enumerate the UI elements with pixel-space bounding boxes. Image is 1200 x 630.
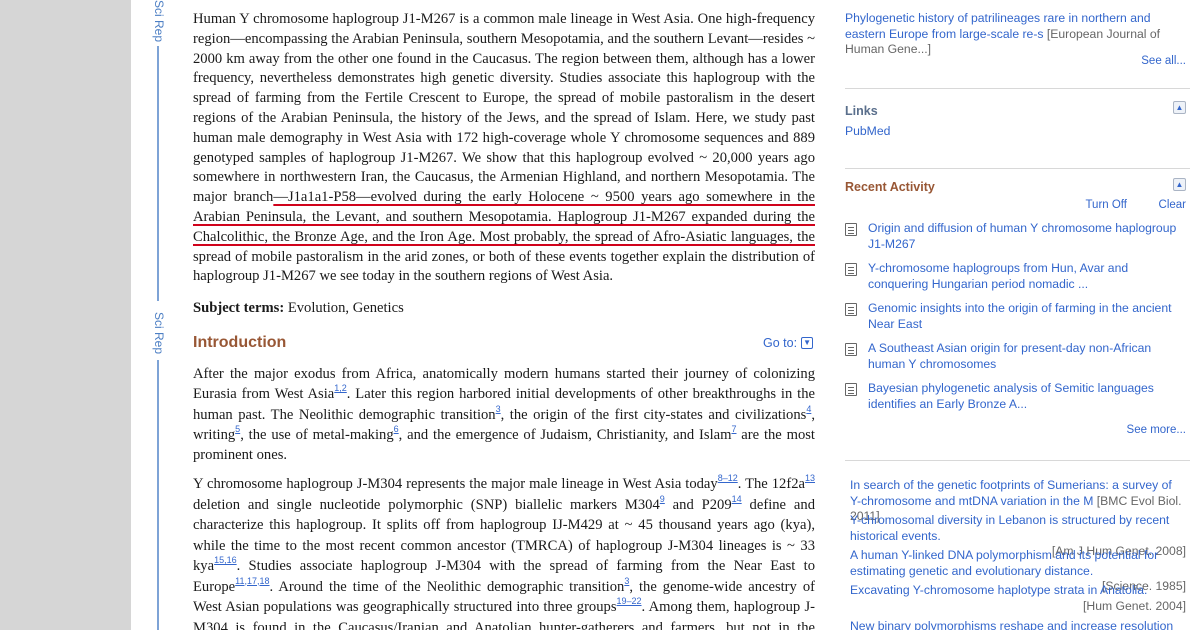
- intro-text: deletion and single nucleotide polymorph…: [193, 496, 660, 513]
- document-icon: [845, 383, 857, 396]
- cited-article-title[interactable]: New binary polymorphisms reshape and inc…: [850, 619, 1173, 630]
- cited-article-title[interactable]: Y-chromosomal diversity in Lebanon is st…: [850, 513, 1169, 543]
- abstract-text: Human Y chromosome haplogroup J1-M267 is…: [193, 11, 815, 206]
- recent-activity-title[interactable]: Origin and diffusion of human Y chromoso…: [868, 221, 1190, 252]
- divider: [845, 460, 1190, 461]
- cited-article[interactable]: Excavating Y-chromosome haplotype strata…: [850, 583, 1186, 614]
- section-title-introduction: Introduction: [193, 334, 287, 351]
- intro-text: . The 12f2a: [737, 476, 805, 492]
- clear-link[interactable]: Clear: [1159, 199, 1186, 211]
- intro-text: , the origin of the first city-states an…: [500, 406, 807, 423]
- document-icon: [845, 223, 857, 236]
- cited-article[interactable]: New binary polymorphisms reshape and inc…: [850, 619, 1186, 630]
- intro-text: and P209: [664, 496, 732, 513]
- citation-link[interactable]: 11,17,18: [235, 576, 269, 586]
- collapse-recent-activity-button[interactable]: ▲: [1173, 178, 1186, 191]
- recent-activity-item[interactable]: Genomic insights into the origin of farm…: [845, 301, 1190, 332]
- subject-terms: Subject terms: Evolution, Genetics: [193, 298, 815, 318]
- intro-text: . Around the time of the Neolithic demog…: [269, 578, 625, 595]
- chevron-down-icon: ▼: [801, 337, 814, 349]
- citation-link[interactable]: 19–22: [617, 596, 642, 606]
- recent-activity-item[interactable]: Origin and diffusion of human Y chromoso…: [845, 221, 1190, 252]
- cited-article-title[interactable]: Excavating Y-chromosome haplotype strata…: [850, 583, 1147, 597]
- article-body: Human Y chromosome haplogroup J1-M267 is…: [193, 0, 815, 630]
- journal-tag-bottom[interactable]: Sci Rep: [150, 312, 166, 354]
- turn-off-link[interactable]: Turn Off: [1085, 199, 1127, 211]
- goto-button[interactable]: Go to: ▼: [763, 336, 814, 350]
- left-gutter: [0, 0, 131, 630]
- similar-article[interactable]: Phylogenetic history of patrilineages ra…: [845, 11, 1190, 58]
- recent-activity-title[interactable]: Bayesian phylogenetic analysis of Semiti…: [868, 381, 1190, 412]
- intro-text: , the use of metal-making: [240, 426, 394, 443]
- cited-article-title[interactable]: A human Y-linked DNA polymorphism and it…: [850, 548, 1158, 578]
- intro-paragraph-1: After the major exodus from Africa, anat…: [193, 364, 815, 465]
- recent-activity-item[interactable]: Y-chromosome haplogroups from Hun, Avar …: [845, 261, 1190, 292]
- links-heading: Links: [845, 104, 878, 118]
- journal-tag-top[interactable]: Sci Rep: [150, 0, 166, 42]
- recent-activity-item[interactable]: Bayesian phylogenetic analysis of Semiti…: [845, 381, 1190, 412]
- citation-link[interactable]: 13: [805, 473, 815, 483]
- abstract-text-end: spread of mobile pastoralism in the arid…: [193, 248, 815, 285]
- intro-paragraph-2: Y chromosome haplogroup J-M304 represent…: [193, 474, 815, 630]
- pubmed-link[interactable]: PubMed: [845, 124, 890, 138]
- document-icon: [845, 263, 857, 276]
- intro-text: , and the emergence of Judaism, Christia…: [398, 426, 732, 443]
- recent-activity-title[interactable]: A Southeast Asian origin for present-day…: [868, 341, 1190, 372]
- goto-label: Go to:: [763, 336, 798, 350]
- see-more-link[interactable]: See more...: [1127, 424, 1186, 436]
- see-all-link[interactable]: See all...: [1141, 55, 1186, 67]
- citation-link[interactable]: 8–12: [718, 473, 738, 483]
- highlighted-text: —J1a1a1-P58—evolved during the early Hol…: [193, 189, 815, 245]
- citation-link[interactable]: 15,16: [214, 555, 237, 565]
- recent-activity-title[interactable]: Y-chromosome haplogroups from Hun, Avar …: [868, 261, 1190, 292]
- divider: [845, 88, 1190, 89]
- journal-line-top: [157, 46, 159, 301]
- cited-article-source: [Hum Genet. 2004]: [1083, 598, 1186, 613]
- journal-line-bottom: [157, 360, 159, 630]
- divider: [845, 168, 1190, 169]
- sidebar: Phylogenetic history of patrilineages ra…: [845, 0, 1190, 630]
- subject-terms-value: Evolution, Genetics: [284, 300, 404, 316]
- citation-link[interactable]: 14: [732, 494, 742, 504]
- citation-link[interactable]: 1,2: [334, 383, 347, 393]
- document-icon: [845, 343, 857, 356]
- recent-activity-item[interactable]: A Southeast Asian origin for present-day…: [845, 341, 1190, 372]
- intro-text: Y chromosome haplogroup J-M304 represent…: [193, 476, 718, 492]
- recent-activity-title[interactable]: Genomic insights into the origin of farm…: [868, 301, 1190, 332]
- abstract-paragraph: Human Y chromosome haplogroup J1-M267 is…: [193, 10, 815, 287]
- subject-terms-label: Subject terms:: [193, 300, 285, 316]
- recent-activity-heading: Recent Activity: [845, 180, 935, 194]
- document-icon: [845, 303, 857, 316]
- collapse-links-button[interactable]: ▲: [1173, 101, 1186, 114]
